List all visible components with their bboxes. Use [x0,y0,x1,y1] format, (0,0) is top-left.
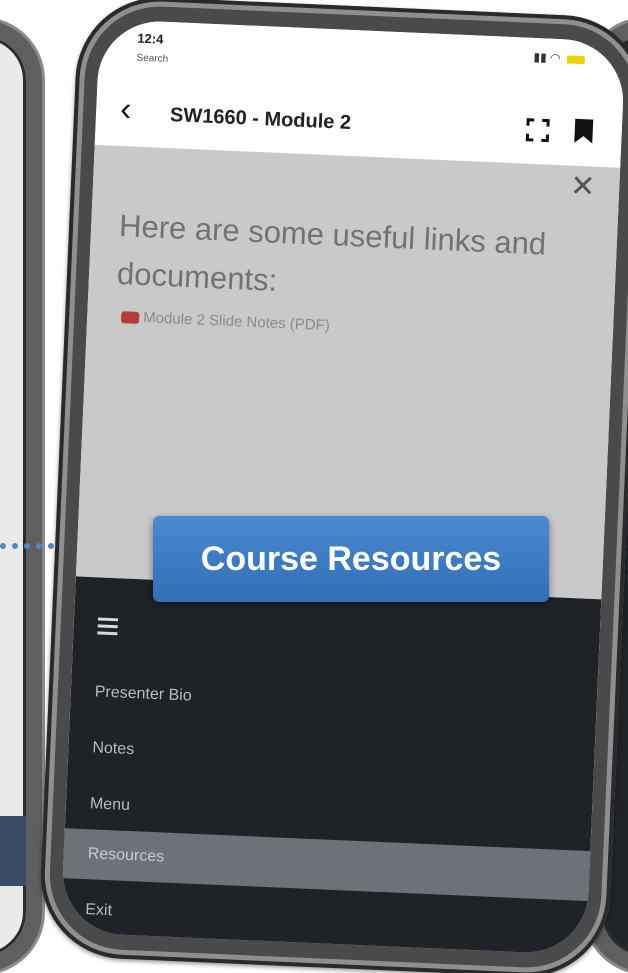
hamburger-menu-icon[interactable] [97,617,119,636]
course-resources-callout: Course Resources [153,516,549,602]
phone-frame: 12:4 Search ▮▮ ◠ ‹ SW1660 - Module 2 ✕ H… [37,0,628,973]
left-phone-bar [0,816,26,886]
back-arrow-icon[interactable]: ‹ [119,90,132,128]
expand-icon[interactable] [525,118,550,143]
pdf-icon [120,311,140,324]
status-icons: ▮▮ ◠ [533,49,586,66]
resources-heading: Here are some useful links and documents… [116,208,547,298]
status-time: 12:4 [137,30,164,47]
battery-icon [566,55,586,64]
page-title: SW1660 - Module 2 [169,104,352,134]
phone-screen: 12:4 Search ▮▮ ◠ ‹ SW1660 - Module 2 ✕ H… [60,18,626,956]
left-phone-preview [0,20,42,972]
signal-icon: ▮▮ [533,49,548,65]
slide-stage: 12:4 Search ▮▮ ◠ ‹ SW1660 - Module 2 ✕ H… [0,0,628,973]
status-back-app[interactable]: Search [136,53,168,65]
close-icon[interactable]: ✕ [569,170,596,204]
pdf-link-label: Module 2 Slide Notes (PDF) [142,309,331,335]
pdf-link[interactable]: Module 2 Slide Notes (PDF) [120,308,331,335]
side-menu: Presenter Bio Notes Menu Resources Exit [60,576,602,956]
wifi-icon: ◠ [549,50,561,66]
bookmark-icon[interactable] [573,118,594,145]
